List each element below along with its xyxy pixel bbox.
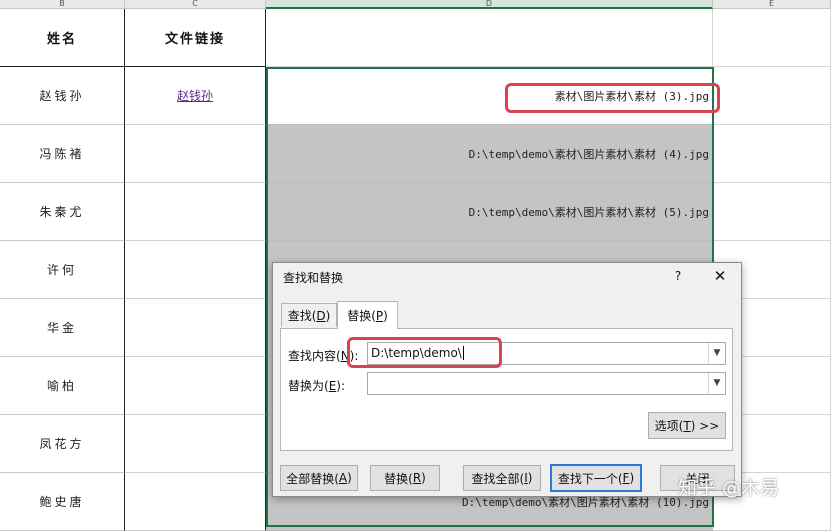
replace-input[interactable]: ▼ [367,372,726,395]
replace-label-close: ): [336,379,346,393]
cell-e-header[interactable] [713,9,831,67]
replace-tab-panel: 查找内容(N): D:\temp\demo\ ▼ 替换为(E): ▼ 选项(T)… [280,328,733,451]
column-header-d[interactable]: D [266,0,713,9]
cell-e[interactable] [713,183,831,241]
dialog-title: 查找和替换 [283,271,344,285]
find-input-value: D:\temp\demo\ [371,346,462,360]
watermark-text: 知乎 @木易 [678,477,780,499]
tab-replace-label: 替换( [347,309,376,323]
chevron-down-icon[interactable]: ▼ [708,343,725,364]
options-label: 选项( [654,419,684,433]
name-cell[interactable]: 冯陈褚 [0,125,125,183]
find-label-key: N [340,349,350,363]
path-cell[interactable]: D:\temp\demo\素材\图片素材\素材 (5).jpg [266,183,713,241]
name-cell[interactable]: 赵钱孙 [0,67,125,125]
tab-replace-key: P [375,308,384,323]
cell-e[interactable] [713,67,831,125]
column-header-e[interactable]: E [713,0,831,9]
link-cell[interactable] [125,241,266,299]
tab-find-key: D [316,308,326,323]
tab-find-label: 查找( [287,309,317,323]
find-all-button[interactable]: 查找全部(I) [463,465,541,491]
tab-replace[interactable]: 替换(P) [337,301,398,329]
find-label-text: 查找内容( [288,349,341,363]
name-cell[interactable]: 鲍史唐 [0,473,125,531]
hyperlink-text[interactable]: 赵钱孙 [177,87,213,104]
options-key: T [683,418,691,433]
find-label: 查找内容(N): [288,347,358,364]
hyperlink-cell[interactable]: 赵钱孙 [125,67,266,125]
text-cursor [462,346,464,360]
tab-replace-close: ) [383,308,388,323]
replace-all-label: 全部替换( [286,471,339,486]
find-label-close: ): [349,349,359,363]
replace-label-btn: 替换( [384,471,413,486]
replace-all-close: ) [347,471,352,485]
find-next-button[interactable]: 查找下一个(F) [550,464,642,492]
options-button[interactable]: 选项(T) >> [648,412,726,439]
tab-find[interactable]: 查找(D) [281,303,337,327]
path-cell[interactable]: 素材\图片素材\素材 (3).jpg [266,67,713,125]
column-header-b[interactable]: B [0,0,125,9]
options-suffix: ) >> [690,418,720,433]
find-all-label: 查找全部( [471,471,525,486]
link-cell[interactable] [125,183,266,241]
column-header-c[interactable]: C [125,0,266,9]
replace-label: 替换为(E): [288,377,345,394]
cell-e[interactable] [713,125,831,183]
link-cell[interactable] [125,473,266,531]
replace-label-text: 替换为( [288,379,329,393]
name-cell[interactable]: 朱秦尤 [0,183,125,241]
chevron-down-icon[interactable]: ▼ [708,373,725,394]
header-cell-d[interactable] [266,9,713,67]
name-cell[interactable]: 喻柏 [0,357,125,415]
replace-all-key: A [338,471,348,485]
find-next-close: ) [629,471,635,485]
find-all-close: ) [527,471,533,485]
replace-all-button[interactable]: 全部替换(A) [280,465,358,491]
name-cell[interactable]: 许何 [0,241,125,299]
link-cell[interactable] [125,125,266,183]
find-replace-dialog: 查找和替换 ? ✕ 查找(D) 替换(P) 查找内容(N): D:\temp\d… [272,262,742,497]
tab-find-close: ) [325,308,331,323]
name-cell[interactable]: 凤花方 [0,415,125,473]
name-cell[interactable]: 华金 [0,299,125,357]
link-cell[interactable] [125,357,266,415]
find-next-label: 查找下一个( [557,471,623,486]
path-cell[interactable]: D:\temp\demo\素材\图片素材\素材 (4).jpg [266,125,713,183]
replace-key: R [412,471,422,485]
replace-close: ) [421,471,426,485]
help-icon[interactable]: ? [668,266,688,286]
link-cell[interactable] [125,299,266,357]
link-cell[interactable] [125,415,266,473]
find-next-key: F [622,471,630,485]
header-cell-link[interactable]: 文件链接 [125,9,266,67]
find-input[interactable]: D:\temp\demo\ ▼ [367,342,726,365]
replace-button[interactable]: 替换(R) [370,465,440,491]
close-icon[interactable]: ✕ [709,266,731,286]
header-cell-name[interactable]: 姓名 [0,9,125,67]
